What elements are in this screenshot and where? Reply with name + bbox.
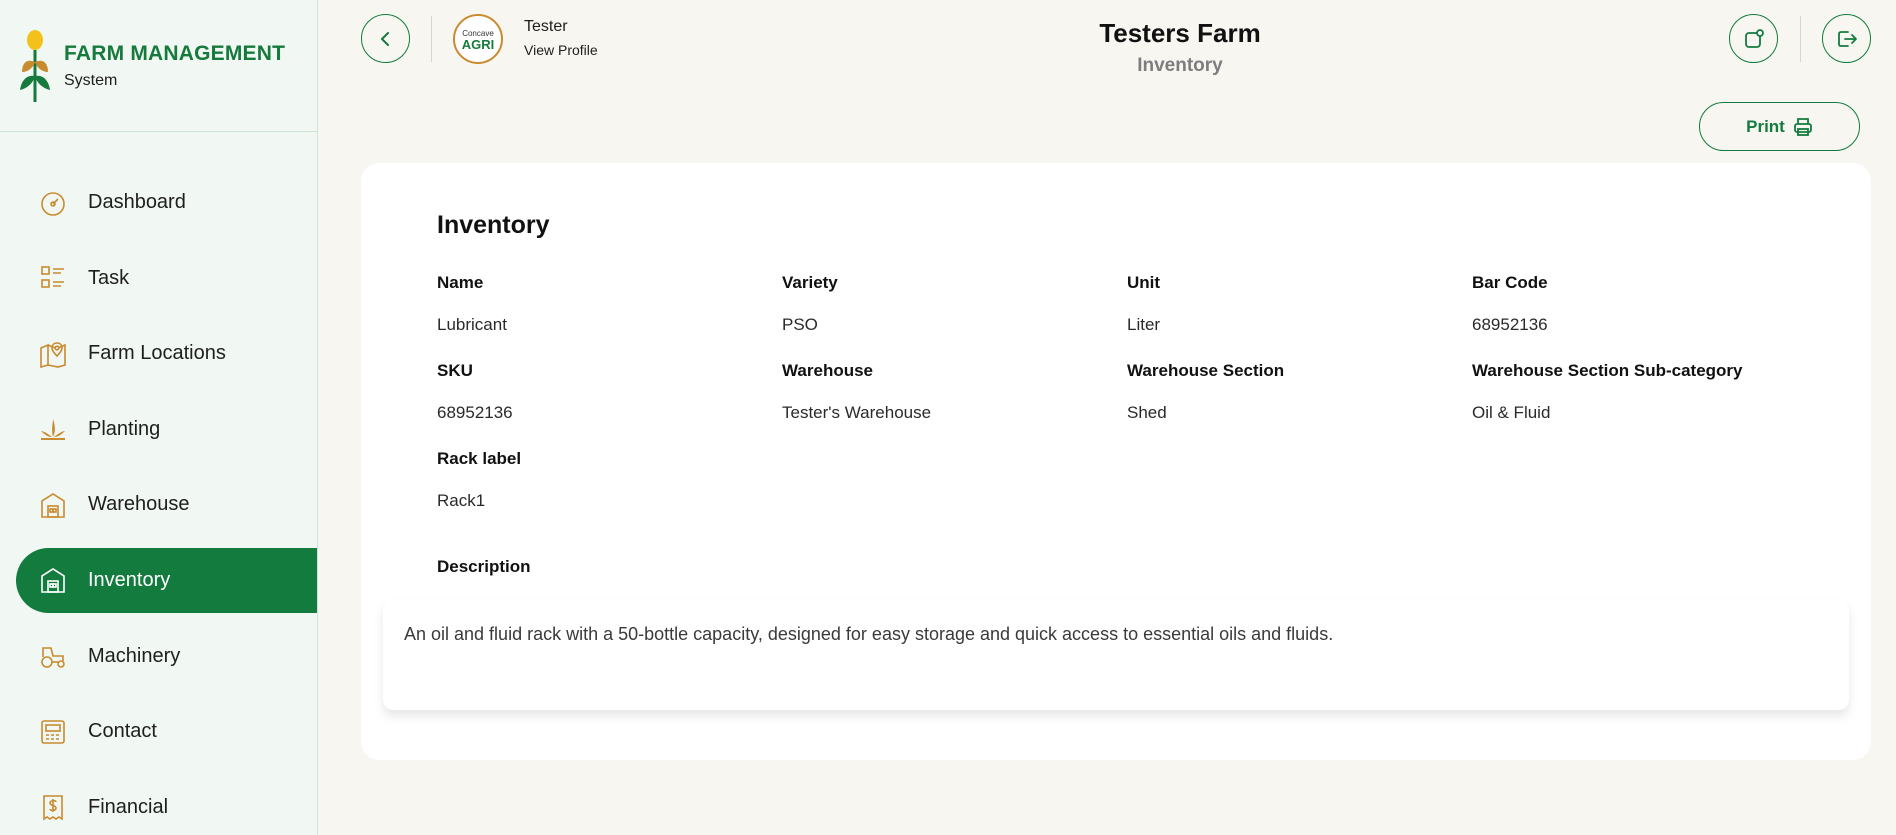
tractor-icon bbox=[38, 641, 68, 671]
sidebar-item-contact[interactable]: Contact bbox=[16, 699, 317, 764]
warehouse-subcategory-value: Oil & Fluid bbox=[1472, 403, 1551, 422]
warehouse-section-label: Warehouse Section bbox=[1127, 361, 1285, 380]
inventory-icon bbox=[38, 565, 68, 595]
sidebar: FARM MANAGEMENT System Dashboard Task Fa… bbox=[0, 0, 318, 835]
sidebar-item-label: Contact bbox=[88, 720, 157, 743]
sidebar-item-dashboard[interactable]: Dashboard bbox=[16, 170, 317, 235]
sidebar-item-label: Planting bbox=[88, 417, 161, 440]
sku-label: SKU bbox=[437, 361, 473, 380]
warehouse-label: Warehouse bbox=[782, 361, 874, 380]
unit-value: Liter bbox=[1127, 315, 1161, 334]
notification-icon bbox=[1744, 28, 1764, 48]
page-subtitle: Inventory bbox=[1137, 55, 1223, 76]
receipt-dollar-icon bbox=[38, 792, 68, 822]
plant-icon bbox=[38, 414, 68, 444]
description-text: An oil and fluid rack with a 50-bottle c… bbox=[404, 624, 1334, 644]
sidebar-item-label: Task bbox=[88, 266, 130, 289]
sidebar-item-warehouse[interactable]: Warehouse bbox=[16, 472, 317, 537]
unit-label: Unit bbox=[1127, 273, 1161, 292]
notifications-button[interactable] bbox=[1729, 14, 1778, 63]
print-button[interactable]: Print bbox=[1699, 102, 1860, 151]
dashboard-icon bbox=[38, 188, 68, 218]
rack-label-value: Rack1 bbox=[437, 491, 486, 510]
logout-button[interactable] bbox=[1822, 14, 1871, 63]
sidebar-item-machinery[interactable]: Machinery bbox=[16, 624, 317, 689]
warehouse-subcategory-label: Warehouse Section Sub-category bbox=[1472, 361, 1743, 380]
sidebar-item-label: Machinery bbox=[88, 644, 181, 667]
sidebar-item-label: Financial bbox=[88, 795, 169, 818]
sidebar-item-label: Farm Locations bbox=[88, 342, 226, 365]
printer-icon bbox=[1793, 117, 1812, 136]
sidebar-item-farm-locations[interactable]: Farm Locations bbox=[16, 321, 317, 386]
print-label: Print bbox=[1746, 116, 1785, 136]
sidebar-item-label: Dashboard bbox=[88, 191, 186, 213]
sidebar-item-label: Inventory bbox=[88, 568, 171, 591]
description-box bbox=[383, 600, 1849, 710]
bar-code-value: 68952136 bbox=[1472, 315, 1548, 334]
description-label: Description bbox=[437, 557, 531, 576]
contact-icon bbox=[38, 717, 68, 747]
inventory-detail-card: Inventory Name Lubricant Variety PSO Uni… bbox=[361, 163, 1871, 760]
sidebar-item-label: Warehouse bbox=[88, 493, 190, 516]
sidebar-item-planting[interactable]: Planting bbox=[16, 397, 317, 462]
card-title: Inventory bbox=[437, 211, 550, 239]
variety-value: PSO bbox=[782, 315, 818, 334]
header-divider bbox=[1800, 16, 1801, 62]
variety-label: Variety bbox=[782, 273, 838, 292]
name-label: Name bbox=[437, 273, 484, 292]
warehouse-value: Tester's Warehouse bbox=[782, 403, 932, 422]
task-list-icon bbox=[38, 263, 68, 293]
sidebar-item-task[interactable]: Task bbox=[16, 246, 317, 311]
sidebar-item-financial[interactable]: Financial bbox=[16, 775, 317, 835]
logout-icon bbox=[1837, 30, 1857, 47]
sidebar-nav: Dashboard Task Farm Locations Planting W… bbox=[16, 170, 317, 835]
sidebar-item-inventory[interactable]: Inventory bbox=[16, 547, 317, 613]
map-pin-icon bbox=[38, 339, 68, 369]
warehouse-icon bbox=[38, 490, 68, 520]
sku-value: 68952136 bbox=[437, 403, 513, 422]
rack-label-label: Rack label bbox=[437, 449, 522, 468]
farm-title: Testers Farm bbox=[1099, 18, 1261, 48]
name-value: Lubricant bbox=[437, 315, 507, 334]
bar-code-label: Bar Code bbox=[1472, 273, 1548, 292]
warehouse-section-value: Shed bbox=[1127, 403, 1167, 422]
